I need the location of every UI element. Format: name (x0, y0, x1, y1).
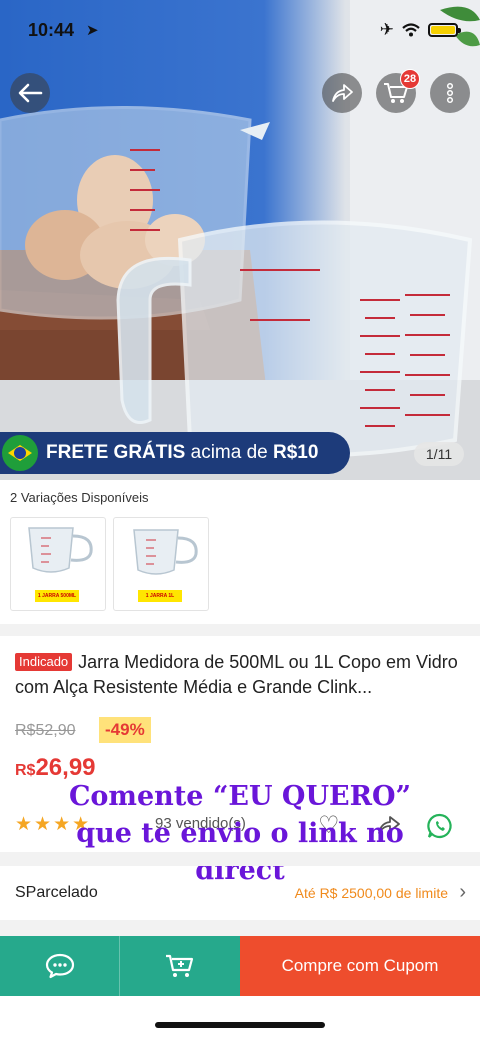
variant-thumbnail[interactable]: 1 JARRA 500ML (10, 517, 106, 611)
section-divider (0, 852, 480, 866)
more-options-button[interactable] (430, 73, 470, 113)
original-price: R$52,90 (15, 722, 76, 739)
jar-thumbnail-image (133, 529, 198, 575)
home-indicator[interactable] (155, 1022, 325, 1028)
share-arrow-icon (332, 84, 353, 102)
battery-icon (428, 23, 461, 37)
price-value: 26,99 (35, 754, 96, 781)
installment-row[interactable]: SParcelado Até R$ 2500,00 de limite › (0, 868, 480, 920)
free-shipping-banner: FRETE GRÁTIS acima de R$10 (0, 432, 350, 474)
share-button[interactable] (322, 73, 362, 113)
discount-badge: -49% (99, 717, 151, 743)
section-divider (0, 920, 480, 936)
image-counter: 1/11 (414, 442, 464, 466)
more-vertical-icon (446, 82, 454, 104)
price-currency: R$ (15, 762, 36, 779)
cart-button[interactable]: 28 (376, 69, 420, 113)
back-button[interactable] (10, 73, 50, 113)
product-title: Jarra Medidora de 500ML ou 1L Copo em Vi… (15, 652, 458, 697)
variant-thumbnail[interactable]: 1 JARRA 1L (113, 517, 209, 611)
section-divider (0, 624, 480, 636)
installment-label: SParcelado (15, 884, 98, 901)
recommended-tag: Indicado (15, 653, 73, 671)
cart-count-badge: 28 (400, 69, 420, 89)
star-icon: ★ (34, 814, 52, 835)
location-arrow-icon: ➤ (86, 22, 99, 39)
status-time: 10:44 (28, 20, 75, 40)
status-bar: 10:44 ➤ ✈ (0, 0, 480, 60)
arrow-left-icon (18, 83, 43, 103)
shipping-banner-text: FRETE GRÁTIS acima de R$10 (46, 442, 319, 463)
status-icons: ✈ (379, 20, 461, 40)
airplane-icon: ✈ (379, 20, 394, 39)
product-title-block: Indicado Jarra Medidora de 500ML ou 1L Co… (15, 650, 470, 700)
installment-limit: Até R$ 2500,00 de limite (294, 885, 448, 901)
variant-label: 1 JARRA 1L (138, 590, 182, 602)
chevron-right-icon: › (459, 881, 466, 903)
star-icon: ★ (15, 814, 33, 835)
jar-thumbnail-image (28, 527, 93, 573)
bottom-action-bar: Compre com Cupom (0, 936, 480, 996)
add-cart-icon (166, 954, 194, 977)
variations-title: 2 Variações Disponíveis (10, 490, 149, 505)
chat-icon (45, 953, 74, 979)
brazil-flag-icon (0, 433, 40, 473)
chat-button[interactable] (0, 936, 120, 996)
buy-with-coupon-button[interactable]: Compre com Cupom (240, 936, 480, 996)
add-to-cart-button[interactable] (120, 936, 240, 996)
product-page: 10:44 ➤ ✈ 28 FRETE GRÁTIS acima de R$10 … (0, 0, 480, 1038)
wifi-icon (402, 23, 420, 37)
variant-label: 1 JARRA 500ML (35, 590, 79, 602)
whatsapp-icon[interactable] (426, 812, 454, 840)
